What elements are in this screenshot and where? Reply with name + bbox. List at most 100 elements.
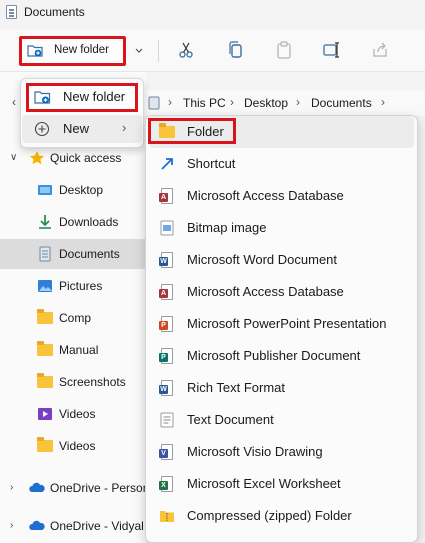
submenu-label: Shortcut	[187, 156, 236, 171]
videos-icon	[38, 408, 52, 420]
submenu-label: Microsoft Excel Worksheet	[187, 476, 341, 491]
chevron-down-icon[interactable]	[128, 42, 150, 60]
excel-icon: X	[159, 476, 175, 492]
new-folder-label: New folder	[54, 44, 109, 56]
nav-label: Pictures	[59, 279, 103, 293]
nav-item-pictures[interactable]: Pictures	[0, 271, 146, 301]
breadcrumb-separator: ›	[230, 95, 234, 109]
documents-icon	[6, 5, 17, 19]
chevron-right-icon: ›	[122, 120, 127, 135]
star-icon	[30, 151, 44, 165]
submenu-label: Microsoft Visio Drawing	[187, 444, 323, 459]
toolbar-divider	[158, 40, 159, 62]
publisher-icon: P	[159, 348, 175, 364]
submenu-label: Bitmap image	[187, 220, 267, 235]
onedrive-icon	[29, 482, 45, 492]
submenu-item-publisher[interactable]: P Microsoft Publisher Document	[149, 340, 414, 372]
nav-label: Videos	[59, 407, 96, 421]
paste-icon[interactable]	[274, 40, 294, 60]
text-icon	[160, 412, 174, 428]
chevron-right-icon[interactable]: ›	[10, 520, 13, 531]
chevron-right-icon[interactable]: ›	[10, 482, 13, 493]
documents-icon	[148, 96, 160, 110]
nav-item-downloads[interactable]: Downloads	[0, 207, 146, 237]
submenu-label: Microsoft Access Database	[187, 188, 344, 203]
folder-highlight	[148, 118, 236, 144]
folder-icon	[37, 437, 53, 454]
new-folder-icon	[27, 45, 43, 57]
menu-new[interactable]: New ›	[22, 115, 142, 143]
submenu-item-excel[interactable]: X Microsoft Excel Worksheet	[149, 468, 414, 500]
breadcrumb-separator: ›	[381, 95, 385, 109]
downloads-icon	[39, 215, 51, 229]
shortcut-icon	[161, 158, 173, 170]
documents-icon	[39, 246, 51, 262]
submenu-label: Text Document	[187, 412, 274, 427]
submenu-item-bitmap[interactable]: Bitmap image	[149, 212, 414, 244]
nav-label: Quick access	[50, 151, 122, 165]
nav-label: Comp	[59, 311, 92, 325]
folder-icon	[37, 309, 53, 326]
add-icon	[34, 121, 50, 137]
nav-item-documents[interactable]: Documents	[0, 239, 146, 269]
share-icon[interactable]	[370, 40, 390, 60]
submenu-item-access-database[interactable]: A Microsoft Access Database	[149, 180, 414, 212]
visio-icon: V	[159, 444, 175, 460]
menu-new-folder[interactable]: New folder	[26, 83, 138, 112]
breadcrumb-desktop[interactable]: Desktop	[244, 96, 288, 110]
nav-label: OneDrive - Vidyal	[50, 519, 144, 533]
breadcrumb-this-pc[interactable]: This PC	[183, 96, 226, 110]
nav-label: Documents	[59, 247, 120, 261]
copy-icon[interactable]	[226, 40, 246, 60]
menu-new-label: New	[63, 121, 90, 136]
access-icon: A	[159, 284, 175, 300]
submenu-item-shortcut[interactable]: Shortcut	[149, 148, 414, 180]
desktop-icon	[38, 185, 52, 195]
nav-item-videos[interactable]: Videos	[0, 399, 146, 429]
breadcrumb-documents[interactable]: Documents	[311, 96, 372, 110]
address-bar[interactable]: › This PC › Desktop › Documents ›	[146, 90, 425, 116]
submenu-item-powerpoint[interactable]: P Microsoft PowerPoint Presentation	[149, 308, 414, 340]
back-arrow-icon[interactable]: ‹	[12, 95, 16, 109]
zip-icon	[160, 511, 174, 522]
menu-new-folder-label: New folder	[63, 89, 126, 104]
new-folder-button[interactable]: New folder	[19, 36, 126, 66]
nav-label: Downloads	[59, 215, 119, 229]
submenu-label: Microsoft Publisher Document	[187, 348, 361, 363]
access-icon: A	[159, 188, 175, 204]
folder-icon	[37, 373, 53, 390]
window-title: Documents	[24, 5, 85, 19]
nav-item-desktop[interactable]: Desktop	[0, 175, 146, 205]
submenu-item-word[interactable]: W Microsoft Word Document	[149, 244, 414, 276]
nav-label: OneDrive - Person	[50, 481, 150, 495]
powerpoint-icon: P	[159, 316, 175, 332]
submenu-item-access-database-2[interactable]: A Microsoft Access Database	[149, 276, 414, 308]
submenu-item-text-document[interactable]: Text Document	[149, 404, 414, 436]
submenu-item-rich-text[interactable]: W Rich Text Format	[149, 372, 414, 404]
nav-label: Videos	[59, 439, 96, 453]
bitmap-icon	[160, 220, 174, 236]
nav-label: Desktop	[59, 183, 104, 197]
breadcrumb-separator: ›	[296, 95, 300, 109]
rtf-icon: W	[159, 380, 175, 396]
nav-item-comp[interactable]: Comp	[0, 303, 146, 333]
nav-label: Manual	[59, 343, 99, 357]
chevron-down-icon[interactable]: ∨	[10, 152, 17, 163]
word-icon: W	[159, 252, 175, 268]
pictures-icon	[38, 280, 52, 292]
rename-icon[interactable]	[322, 40, 342, 60]
submenu-label: Microsoft Word Document	[187, 252, 338, 267]
nav-item-videos-folder[interactable]: Videos	[0, 431, 146, 461]
submenu-label: Microsoft PowerPoint Presentation	[187, 316, 387, 331]
new-folder-icon	[34, 91, 51, 104]
onedrive-icon	[29, 520, 45, 530]
cut-icon[interactable]	[176, 40, 196, 60]
submenu-label: Rich Text Format	[187, 380, 286, 395]
folder-icon	[37, 341, 53, 358]
nav-onedrive-vidyal[interactable]: › OneDrive - Vidyal	[0, 511, 146, 541]
submenu-item-visio[interactable]: V Microsoft Visio Drawing	[149, 436, 414, 468]
nav-item-manual[interactable]: Manual	[0, 335, 146, 365]
nav-item-screenshots[interactable]: Screenshots	[0, 367, 146, 397]
submenu-item-zip[interactable]: Compressed (zipped) Folder	[149, 500, 414, 532]
nav-onedrive-personal[interactable]: › OneDrive - Person	[0, 473, 150, 503]
